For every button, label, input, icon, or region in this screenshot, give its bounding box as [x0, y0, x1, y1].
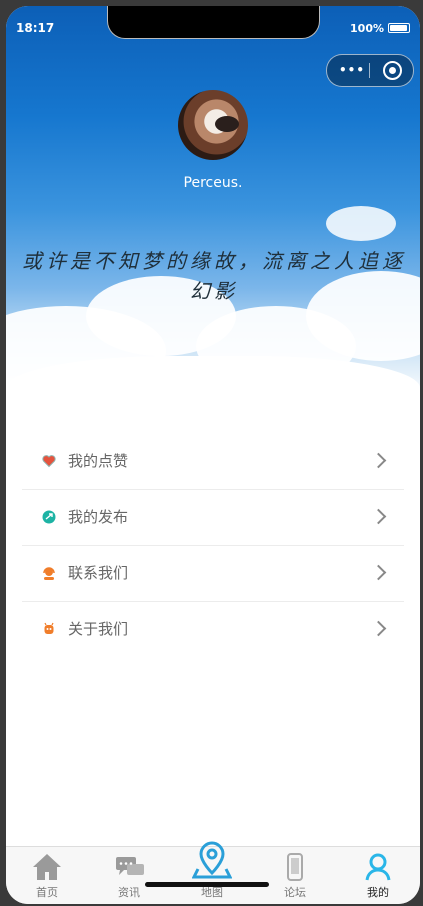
tab-forum[interactable]: 论坛 [254, 847, 336, 904]
device-notch [107, 6, 320, 39]
chevron-right-icon [370, 620, 387, 637]
profile-quote: 或许是不知梦的缘故，流离之人追逐幻影 [22, 249, 406, 303]
heart-icon [42, 455, 56, 468]
forum-icon [287, 853, 303, 881]
tab-map[interactable]: 地图 [171, 841, 253, 904]
menu-item-label: 联系我们 [68, 564, 129, 582]
avatar[interactable] [178, 90, 248, 160]
tab-label: 我的 [367, 886, 389, 899]
menu-item-contact[interactable]: 联系我们 [22, 546, 404, 602]
tab-home[interactable]: 首页 [6, 847, 88, 904]
menu-item-about[interactable]: 关于我们 [22, 602, 404, 657]
support-icon [43, 567, 55, 580]
home-icon [33, 854, 61, 880]
menu-item-label: 我的点赞 [68, 452, 129, 470]
about-icon [44, 622, 54, 634]
battery-percent: 100% [350, 22, 384, 35]
phone-screen: 18:17 100% ••• Perceus. 或许是不知梦的缘故，流离之人追逐… [6, 6, 420, 904]
username: Perceus. [183, 175, 243, 191]
profile-icon [365, 853, 391, 881]
home-indicator [145, 882, 269, 887]
tab-mine[interactable]: 我的 [337, 847, 419, 904]
chat-icon [116, 857, 144, 875]
map-pin-icon [192, 841, 232, 879]
menu-item-posts[interactable]: 我的发布 [22, 490, 404, 546]
profile-menu: 我的点赞 我的发布 联系我们 关于我们 [22, 434, 404, 657]
status-time: 18:17 [16, 21, 55, 35]
menu-item-likes[interactable]: 我的点赞 [22, 434, 404, 490]
menu-item-label: 我的发布 [68, 508, 129, 526]
battery-icon [388, 23, 410, 33]
menu-item-label: 关于我们 [68, 620, 129, 638]
publish-icon [42, 510, 56, 524]
bottom-tab-bar: 首页 资讯 地图 论坛 我的 [6, 841, 420, 904]
more-dots-icon[interactable]: ••• [339, 64, 364, 76]
tab-label: 首页 [36, 886, 58, 899]
capsule-divider [369, 63, 370, 78]
header-background: 18:17 100% ••• Perceus. 或许是不知梦的缘故，流离之人追逐… [6, 6, 420, 398]
tab-news[interactable]: 资讯 [88, 847, 170, 904]
chevron-right-icon [370, 508, 387, 525]
miniprogram-capsule[interactable]: ••• [326, 54, 414, 87]
chevron-right-icon [370, 564, 387, 581]
chevron-right-icon [370, 452, 387, 469]
target-close-icon[interactable] [383, 61, 402, 80]
